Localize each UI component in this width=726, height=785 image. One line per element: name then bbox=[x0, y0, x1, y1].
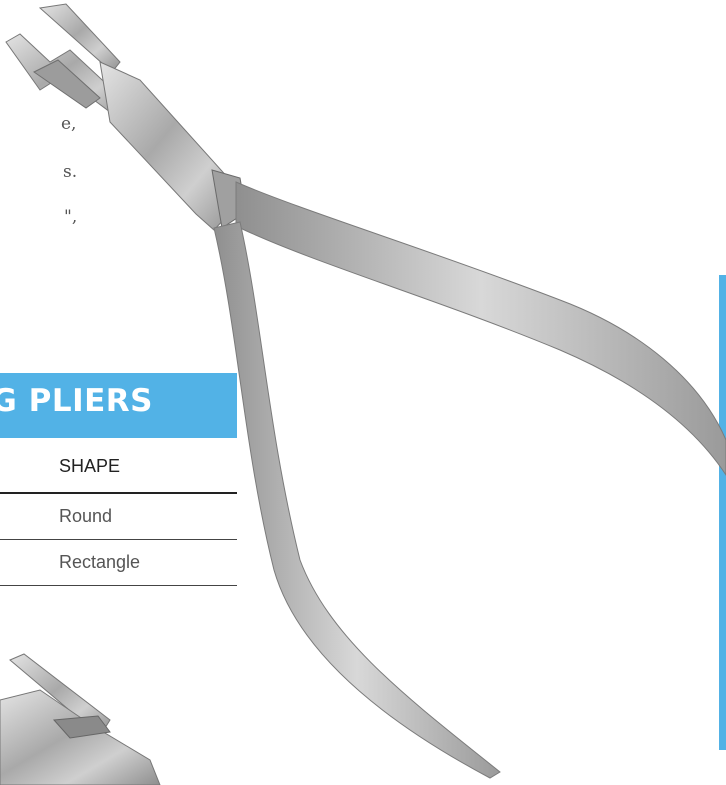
catalog-page: e, s. ", NG PLIERS SHAPE Round Rectangle bbox=[0, 0, 726, 785]
pliers-illustration bbox=[0, 3, 726, 785]
pliers-detail-image bbox=[0, 653, 161, 785]
main-pliers-image bbox=[5, 3, 726, 779]
